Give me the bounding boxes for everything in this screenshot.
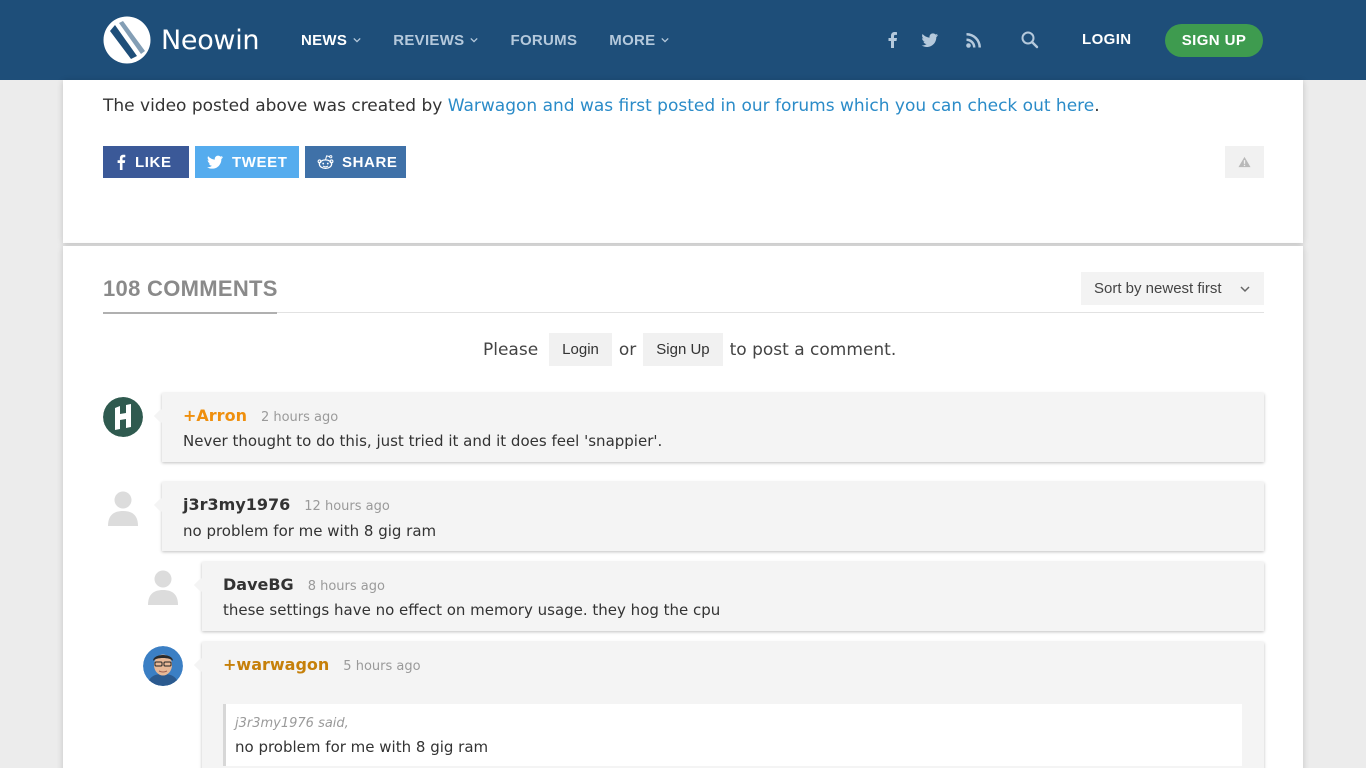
default-avatar-icon[interactable]	[143, 566, 183, 606]
facebook-icon	[117, 154, 126, 170]
chevron-down-icon	[1240, 286, 1250, 293]
tweet-button[interactable]: TWEET	[195, 146, 299, 178]
nav-news[interactable]: NEWS	[301, 32, 361, 49]
forum-thread-link[interactable]: Warwagon and was first posted in our for…	[448, 96, 1094, 116]
comments-divider	[103, 312, 1264, 313]
comment-time[interactable]: 5 hours ago	[343, 659, 420, 674]
avatar[interactable]	[143, 646, 183, 686]
prompt-login-button[interactable]: Login	[549, 333, 612, 366]
comment-body: Never thought to do this, just tried it …	[183, 432, 663, 450]
comment-time[interactable]: 2 hours ago	[261, 410, 338, 425]
facebook-icon[interactable]	[883, 30, 903, 50]
comments-count-title: 108 COMMENTS	[103, 276, 278, 301]
login-prompt: Please Login or Sign Up to post a commen…	[483, 333, 896, 366]
twitter-icon[interactable]	[920, 30, 940, 50]
quoted-comment: j3r3my1976 said, no problem for me with …	[223, 704, 1242, 766]
rss-icon[interactable]	[964, 30, 984, 50]
reddit-icon	[317, 155, 334, 170]
comment-reply: +warwagon 5 hours ago j3r3my1976 said, n…	[202, 642, 1264, 768]
nav-forums-label: FORUMS	[510, 31, 578, 49]
comment-body: these settings have no effect on memory …	[223, 601, 721, 619]
facebook-like-button[interactable]: LIKE	[103, 146, 189, 178]
chevron-down-icon	[661, 37, 670, 43]
nav-more[interactable]: MORE	[609, 31, 670, 49]
prompt-signup-button[interactable]: Sign Up	[643, 333, 723, 366]
chevron-down-icon	[470, 37, 479, 43]
prompt-before: Please	[483, 339, 539, 360]
login-link[interactable]: LOGIN	[1082, 31, 1132, 48]
prompt-after: to post a comment.	[729, 339, 897, 360]
nav-reviews[interactable]: REVIEWS	[393, 31, 479, 49]
comment: +Arron 2 hours ago Never thought to do t…	[162, 393, 1264, 462]
logo-text: Neowin	[161, 24, 260, 56]
comments-title-underline	[103, 312, 277, 314]
reddit-share-button[interactable]: SHARE	[305, 146, 406, 178]
comment-reply: DaveBG 8 hours ago these settings have n…	[202, 562, 1264, 631]
sort-select[interactable]: Sort by newest first	[1081, 272, 1264, 305]
search-icon[interactable]	[1020, 30, 1040, 50]
chevron-down-icon	[353, 37, 361, 43]
article-closing-paragraph: The video posted above was created by Wa…	[103, 96, 1100, 116]
comment-header: DaveBG 8 hours ago	[223, 575, 385, 594]
comment-header: j3r3my1976 12 hours ago	[183, 495, 390, 514]
comment-header: +Arron 2 hours ago	[183, 406, 338, 425]
sort-label: Sort by newest first	[1094, 280, 1222, 297]
quote-text: no problem for me with 8 gig ram	[235, 738, 489, 756]
comment: j3r3my1976 12 hours ago no problem for m…	[162, 482, 1264, 551]
nav-reviews-label: REVIEWS	[393, 31, 465, 49]
like-label: LIKE	[135, 153, 172, 171]
comment-author[interactable]: +warwagon	[223, 655, 329, 674]
warning-icon	[1238, 156, 1251, 168]
avatar[interactable]	[103, 397, 143, 437]
top-navigation-bar: Neowin NEWS REVIEWS FORUMS MORE LOGIN SI	[0, 0, 1366, 80]
neowin-logo-icon	[103, 16, 151, 64]
main-nav: NEWS REVIEWS FORUMS MORE	[301, 0, 701, 80]
share-label: SHARE	[342, 153, 398, 171]
comment-author[interactable]: +Arron	[183, 406, 247, 425]
signup-button[interactable]: SIGN UP	[1165, 24, 1263, 57]
twitter-icon	[207, 155, 223, 169]
article-footer: The video posted above was created by Wa…	[63, 80, 1303, 243]
quote-author: j3r3my1976 said,	[235, 716, 349, 731]
report-button[interactable]	[1225, 146, 1264, 178]
nav-more-label: MORE	[609, 31, 656, 49]
comment-time[interactable]: 8 hours ago	[308, 579, 385, 594]
comment-author[interactable]: j3r3my1976	[183, 495, 290, 514]
neowin-logo[interactable]: Neowin	[102, 15, 260, 65]
prompt-or: or	[618, 339, 637, 360]
comment-author[interactable]: DaveBG	[223, 575, 294, 594]
comments-section: 108 COMMENTS Sort by newest first Please…	[63, 246, 1303, 768]
nav-news-label: NEWS	[301, 31, 348, 49]
comment-body: no problem for me with 8 gig ram	[183, 522, 437, 540]
nav-forums[interactable]: FORUMS	[510, 32, 577, 49]
article-end-text: .	[1094, 96, 1100, 116]
tweet-label: TWEET	[232, 153, 288, 171]
comment-header: +warwagon 5 hours ago	[223, 655, 421, 674]
article-intro-text: The video posted above was created by	[103, 96, 448, 116]
default-avatar-icon[interactable]	[103, 487, 143, 527]
comment-time[interactable]: 12 hours ago	[304, 499, 390, 514]
